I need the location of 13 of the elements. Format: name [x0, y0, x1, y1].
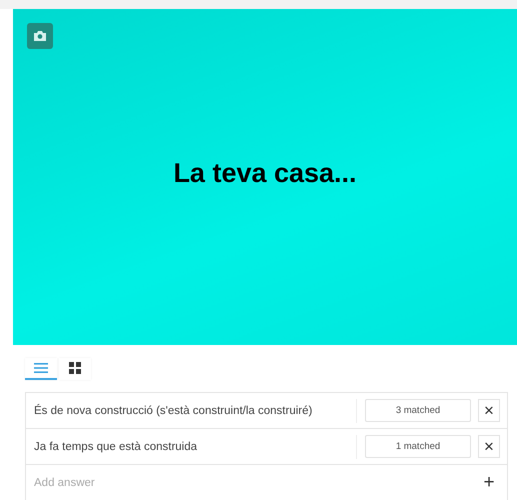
grid-icon — [69, 362, 81, 374]
matched-count-button[interactable]: 3 matched — [365, 399, 471, 422]
camera-button[interactable] — [27, 23, 53, 49]
banner-title: La teva casa... — [173, 158, 357, 188]
answer-text: Ja fa temps que està construida — [34, 440, 198, 452]
camera-icon — [33, 30, 47, 42]
matched-count-button[interactable]: 1 matched — [365, 435, 471, 458]
list-icon — [34, 363, 48, 373]
grid-view-tab[interactable] — [59, 358, 91, 380]
add-button[interactable]: + — [478, 472, 500, 494]
answer-text: És de nova construcció (s'està construint/la construiré) — [34, 404, 314, 416]
remove-button[interactable]: × — [478, 435, 500, 458]
remove-button[interactable]: × — [478, 399, 500, 422]
